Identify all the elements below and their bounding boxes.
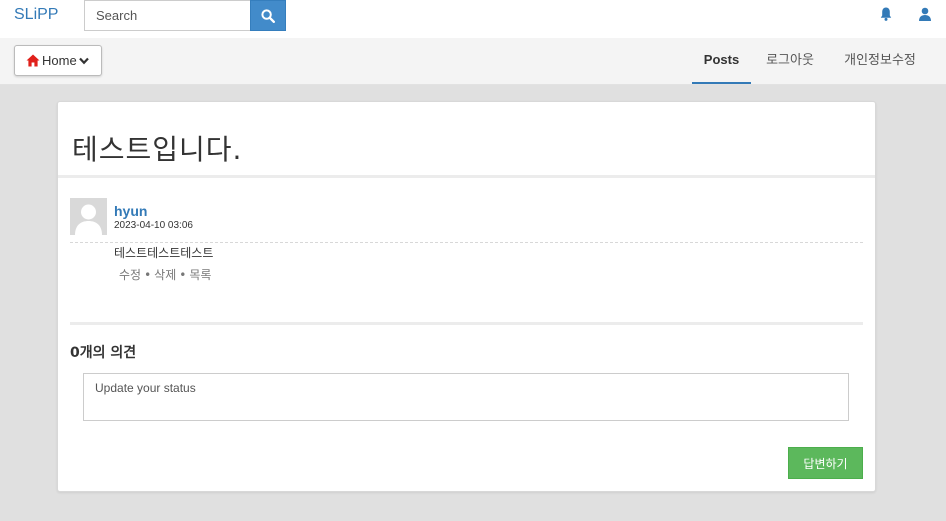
search-button[interactable] (250, 0, 286, 31)
post-actions: 수정 • 삭제 • 목록 (119, 266, 211, 283)
separator: • (144, 268, 152, 282)
reply-button[interactable]: 답변하기 (788, 447, 863, 479)
list-link[interactable]: 목록 (189, 268, 211, 282)
post-body: 테스트테스트테스트 (114, 246, 214, 260)
tab-posts[interactable]: Posts (692, 38, 751, 84)
post-card: 테스트입니다. hyun 2023-04-10 03:06 테스트테스트테스트 … (57, 101, 876, 492)
bell-icon[interactable] (878, 6, 894, 22)
tab-logout[interactable]: 로그아웃 (756, 38, 824, 84)
home-icon (26, 54, 40, 67)
author-avatar (70, 198, 107, 235)
delete-link[interactable]: 삭제 (154, 268, 176, 282)
home-dropdown-button[interactable]: Home (14, 45, 102, 76)
chevron-down-icon (78, 57, 89, 64)
separator: • (179, 268, 187, 282)
title-divider (58, 175, 875, 178)
edit-link[interactable]: 수정 (119, 268, 141, 282)
tab-edit-profile[interactable]: 개인정보수정 (834, 38, 926, 84)
home-label: Home (42, 53, 77, 68)
post-date: 2023-04-10 03:06 (114, 220, 193, 231)
search-icon (261, 8, 275, 23)
author-divider (70, 242, 863, 243)
brand-logo[interactable]: SLiPP (14, 6, 58, 24)
search-input[interactable] (84, 0, 250, 31)
comment-input[interactable] (83, 373, 849, 421)
post-title: 테스트입니다. (72, 133, 243, 166)
user-icon[interactable] (917, 6, 933, 22)
author-name[interactable]: hyun (114, 203, 147, 219)
comments-heading: 0개의 의견 (70, 345, 137, 361)
top-navbar: SLiPP (0, 0, 946, 38)
user-avatar-placeholder-icon (70, 198, 107, 235)
sub-navbar: Home Posts 로그아웃 개인정보수정 (0, 38, 946, 85)
comments-divider (70, 322, 863, 325)
